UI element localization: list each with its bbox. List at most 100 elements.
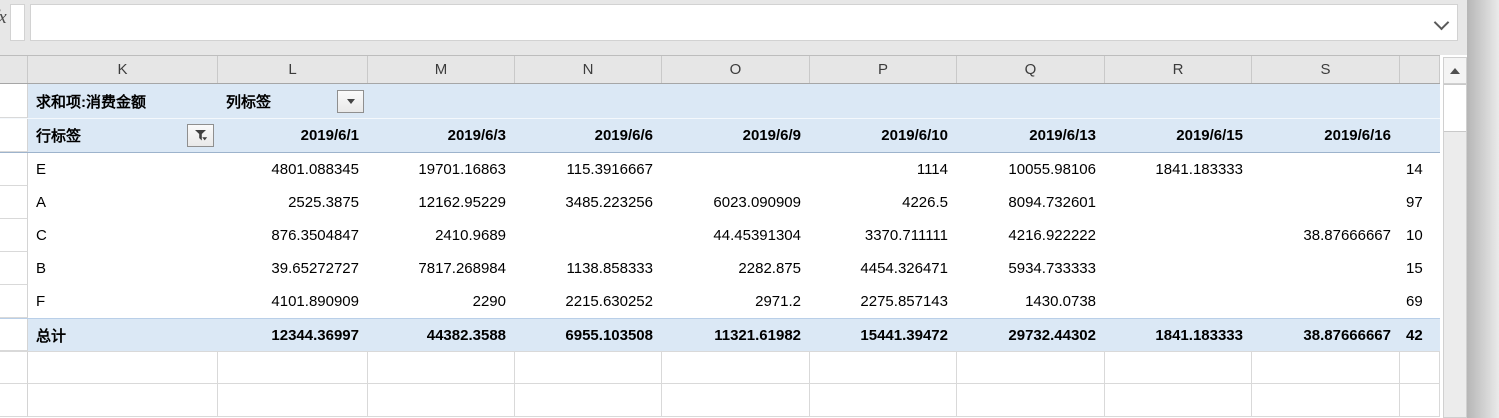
empty-cell[interactable] xyxy=(1105,384,1252,417)
column-header-P[interactable]: P xyxy=(810,56,957,83)
column-labels-dropdown-button[interactable] xyxy=(337,89,364,113)
total-value-cell[interactable]: 6955.103508 xyxy=(515,319,662,351)
pivot-header-cell[interactable] xyxy=(515,84,662,118)
row-label-cell[interactable]: A xyxy=(28,186,218,219)
empty-cell[interactable] xyxy=(218,352,368,384)
column-header-M[interactable]: M xyxy=(368,56,515,83)
formula-input[interactable] xyxy=(30,4,1458,41)
cell-sliver[interactable] xyxy=(0,319,28,351)
date-header-cell[interactable]: 2019/6/15 xyxy=(1105,119,1252,152)
pivot-header-cell[interactable] xyxy=(368,84,515,118)
cell-sliver[interactable] xyxy=(0,285,28,318)
value-cell[interactable]: 2275.857143 xyxy=(810,285,957,318)
empty-cell[interactable] xyxy=(368,384,515,417)
empty-cell[interactable] xyxy=(1105,352,1252,384)
empty-cell[interactable] xyxy=(28,352,218,384)
cell-sliver[interactable] xyxy=(0,352,28,384)
cell-sliver[interactable] xyxy=(0,153,28,186)
total-value-cell[interactable]: 29732.44302 xyxy=(957,319,1105,351)
cell-sliver[interactable] xyxy=(0,186,28,219)
column-header-partial[interactable] xyxy=(1400,56,1440,83)
date-header-cell[interactable] xyxy=(1400,119,1440,152)
date-header-cell[interactable]: 2019/6/3 xyxy=(368,119,515,152)
date-header-cell[interactable]: 2019/6/16 xyxy=(1252,119,1400,152)
total-value-cell-clipped[interactable]: 42 xyxy=(1400,319,1440,351)
value-cell[interactable]: 7817.268984 xyxy=(368,252,515,285)
value-cell[interactable]: 8094.732601 xyxy=(957,186,1105,219)
value-cell[interactable]: 4226.5 xyxy=(810,186,957,219)
column-header-O[interactable]: O xyxy=(662,56,810,83)
value-cell[interactable] xyxy=(1252,153,1400,186)
value-cell[interactable]: 6023.090909 xyxy=(662,186,810,219)
cell-sliver[interactable] xyxy=(0,219,28,252)
empty-cell[interactable] xyxy=(810,352,957,384)
value-cell-clipped[interactable]: 10 xyxy=(1400,219,1440,252)
total-value-cell[interactable]: 44382.3588 xyxy=(368,319,515,351)
value-cell[interactable] xyxy=(1105,186,1252,219)
empty-cell[interactable] xyxy=(662,352,810,384)
column-header-S[interactable]: S xyxy=(1252,56,1400,83)
total-value-cell[interactable]: 11321.61982 xyxy=(662,319,810,351)
empty-cell[interactable] xyxy=(1400,352,1440,384)
value-cell[interactable]: 44.45391304 xyxy=(662,219,810,252)
empty-cell[interactable] xyxy=(810,384,957,417)
value-cell[interactable] xyxy=(1252,252,1400,285)
column-header-K[interactable]: K xyxy=(28,56,218,83)
value-cell[interactable]: 38.87666667 xyxy=(1252,219,1400,252)
value-cell-clipped[interactable]: 15 xyxy=(1400,252,1440,285)
empty-cell[interactable] xyxy=(957,352,1105,384)
cell-sliver[interactable] xyxy=(0,119,28,152)
pivot-header-cell[interactable] xyxy=(957,84,1105,118)
date-header-cell[interactable]: 2019/6/1 xyxy=(218,119,368,152)
empty-cell[interactable] xyxy=(515,384,662,417)
value-cell[interactable] xyxy=(1105,252,1252,285)
row-label-cell[interactable]: C xyxy=(28,219,218,252)
empty-cell[interactable] xyxy=(368,352,515,384)
value-cell[interactable]: 4801.088345 xyxy=(218,153,368,186)
total-value-cell[interactable]: 15441.39472 xyxy=(810,319,957,351)
column-header-R[interactable]: R xyxy=(1105,56,1252,83)
chevron-down-icon[interactable] xyxy=(1433,14,1450,31)
pivot-header-cell[interactable] xyxy=(1252,84,1400,118)
value-cell[interactable]: 12162.95229 xyxy=(368,186,515,219)
value-cell-clipped[interactable]: 97 xyxy=(1400,186,1440,219)
value-cell[interactable]: 115.3916667 xyxy=(515,153,662,186)
row-labels-cell[interactable]: 行标签 xyxy=(28,119,218,152)
value-cell[interactable]: 1114 xyxy=(810,153,957,186)
value-cell[interactable]: 2215.630252 xyxy=(515,285,662,318)
scroll-up-button[interactable] xyxy=(1444,58,1466,84)
value-cell[interactable]: 1430.0738 xyxy=(957,285,1105,318)
value-cell[interactable]: 1841.183333 xyxy=(1105,153,1252,186)
pivot-header-cell[interactable] xyxy=(1105,84,1252,118)
value-cell[interactable]: 3370.711111 xyxy=(810,219,957,252)
value-cell[interactable]: 3485.223256 xyxy=(515,186,662,219)
empty-cell[interactable] xyxy=(1252,352,1400,384)
total-label-cell[interactable]: 总计 xyxy=(28,319,218,351)
value-cell[interactable]: 2525.3875 xyxy=(218,186,368,219)
value-cell[interactable]: 5934.733333 xyxy=(957,252,1105,285)
value-cell[interactable]: 10055.98106 xyxy=(957,153,1105,186)
cell-sliver[interactable] xyxy=(0,384,28,417)
pivot-header-cell[interactable] xyxy=(810,84,957,118)
value-cell[interactable]: 19701.16863 xyxy=(368,153,515,186)
empty-cell[interactable] xyxy=(957,384,1105,417)
column-labels-cell[interactable]: 列标签 xyxy=(218,84,368,118)
cell-sliver[interactable] xyxy=(0,252,28,285)
column-header-N[interactable]: N xyxy=(515,56,662,83)
value-cell[interactable] xyxy=(1252,186,1400,219)
scrollbar-thumb[interactable] xyxy=(1444,84,1466,132)
date-header-cell[interactable]: 2019/6/13 xyxy=(957,119,1105,152)
cell-sliver[interactable] xyxy=(0,84,28,118)
value-cell[interactable] xyxy=(662,153,810,186)
value-cell[interactable]: 2282.875 xyxy=(662,252,810,285)
empty-cell[interactable] xyxy=(1400,384,1440,417)
date-header-cell[interactable]: 2019/6/10 xyxy=(810,119,957,152)
total-value-cell[interactable]: 38.87666667 xyxy=(1252,319,1400,351)
empty-cell[interactable] xyxy=(515,352,662,384)
column-header-Q[interactable]: Q xyxy=(957,56,1105,83)
pivot-header-cell[interactable] xyxy=(662,84,810,118)
empty-cell[interactable] xyxy=(1252,384,1400,417)
total-value-cell[interactable]: 1841.183333 xyxy=(1105,319,1252,351)
row-label-cell[interactable]: B xyxy=(28,252,218,285)
total-value-cell[interactable]: 12344.36997 xyxy=(218,319,368,351)
